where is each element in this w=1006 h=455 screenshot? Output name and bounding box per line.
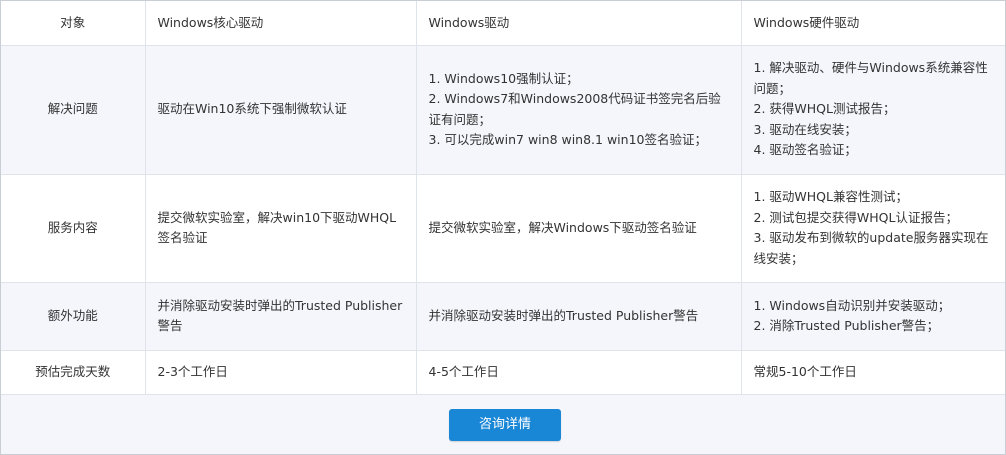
cell-line: 并消除驱动安装时弹出的Trusted Publisher警告 [428,307,699,323]
table-cell: 1. Windows10强制认证； 2. Windows7和Windows200… [415,44,742,175]
cell-line: 4-5个工作日 [428,363,499,379]
table-cell: 常规5-10个工作日 [740,349,1005,395]
row-label: 服务内容 [1,173,146,283]
cell-line: 2. 获得WHQL测试报告； [753,101,896,117]
table-cell: 1. Windows自动识别并安装驱动； 2. 消除Trusted Publis… [740,281,1005,351]
header-hardware-driver: Windows硬件驱动 [740,1,1005,46]
table-row: 解决问题 驱动在Win10系统下强制微软认证 1. Windows10强制认证；… [1,44,1005,175]
header-core-driver: Windows核心驱动 [144,1,417,46]
table-cell: 并消除驱动安装时弹出的Trusted Publisher警告 [144,281,417,351]
cell-line: 驱动在Win10系统下强制微软认证 [157,101,347,117]
comparison-panel: 对象 Windows核心驱动 Windows驱动 Windows硬件驱动 解决问… [0,0,1006,455]
cell-line: 提交微软实验室，解决Windows下驱动签名验证 [428,219,697,235]
table-row: 预估完成天数 2-3个工作日 4-5个工作日 常规5-10个工作日 [1,349,1005,395]
comparison-table: 对象 Windows核心驱动 Windows驱动 Windows硬件驱动 解决问… [1,1,1005,395]
row-label: 预估完成天数 [1,349,146,395]
table-row: 服务内容 提交微软实验室，解决win10下驱动WHQL签名验证 提交微软实验室，… [1,173,1005,283]
header-windows-driver: Windows驱动 [415,1,742,46]
cell-line: 3. 驱动在线安装； [753,121,857,137]
row-label: 解决问题 [1,44,146,175]
table-cell: 1. 解决驱动、硬件与Windows系统兼容性问题； 2. 获得WHQL测试报告… [740,44,1005,175]
cell-line: 提交微软实验室，解决win10下驱动WHQL签名验证 [157,209,397,246]
cell-line: 2. Windows7和Windows2008代码证书签完名后验证有问题； [428,91,721,127]
cell-line: 1. Windows10强制认证； [428,70,579,86]
cell-line: 1. Windows自动识别并安装驱动； [753,297,951,313]
cell-line: 2. 消除Trusted Publisher警告； [753,318,940,333]
cell-line: 2. 测试包提交获得WHQL认证报告； [753,209,958,225]
cell-line: 并消除驱动安装时弹出的Trusted Publisher警告 [157,297,403,334]
cell-line: 3. 驱动发布到微软的update服务器实现在线安装； [753,230,989,266]
table-cell: 4-5个工作日 [415,349,742,395]
table-cell: 1. 驱动WHQL兼容性测试； 2. 测试包提交获得WHQL认证报告； 3. 驱… [740,173,1005,283]
consult-details-button[interactable]: 咨询详情 [449,409,561,441]
table-row: 额外功能 并消除驱动安装时弹出的Trusted Publisher警告 并消除驱… [1,281,1005,351]
table-cell: 驱动在Win10系统下强制微软认证 [144,44,417,175]
cell-line: 常规5-10个工作日 [753,363,857,379]
cell-line: 2-3个工作日 [157,363,228,379]
table-cell: 并消除驱动安装时弹出的Trusted Publisher警告 [415,281,742,351]
table-cell: 提交微软实验室，解决win10下驱动WHQL签名验证 [144,173,417,283]
table-cell: 2-3个工作日 [144,349,417,395]
table-cell: 提交微软实验室，解决Windows下驱动签名验证 [415,173,742,283]
table-header-row: 对象 Windows核心驱动 Windows驱动 Windows硬件驱动 [1,1,1005,46]
cell-line: 1. 驱动WHQL兼容性测试； [753,189,908,204]
cell-line: 1. 解决驱动、硬件与Windows系统兼容性问题； [753,60,988,96]
cell-line: 3. 可以完成win7 win8 win8.1 win10签名验证； [428,132,708,147]
cell-line: 4. 驱动签名验证； [753,142,857,158]
row-label: 额外功能 [1,281,146,351]
header-object: 对象 [1,1,146,46]
